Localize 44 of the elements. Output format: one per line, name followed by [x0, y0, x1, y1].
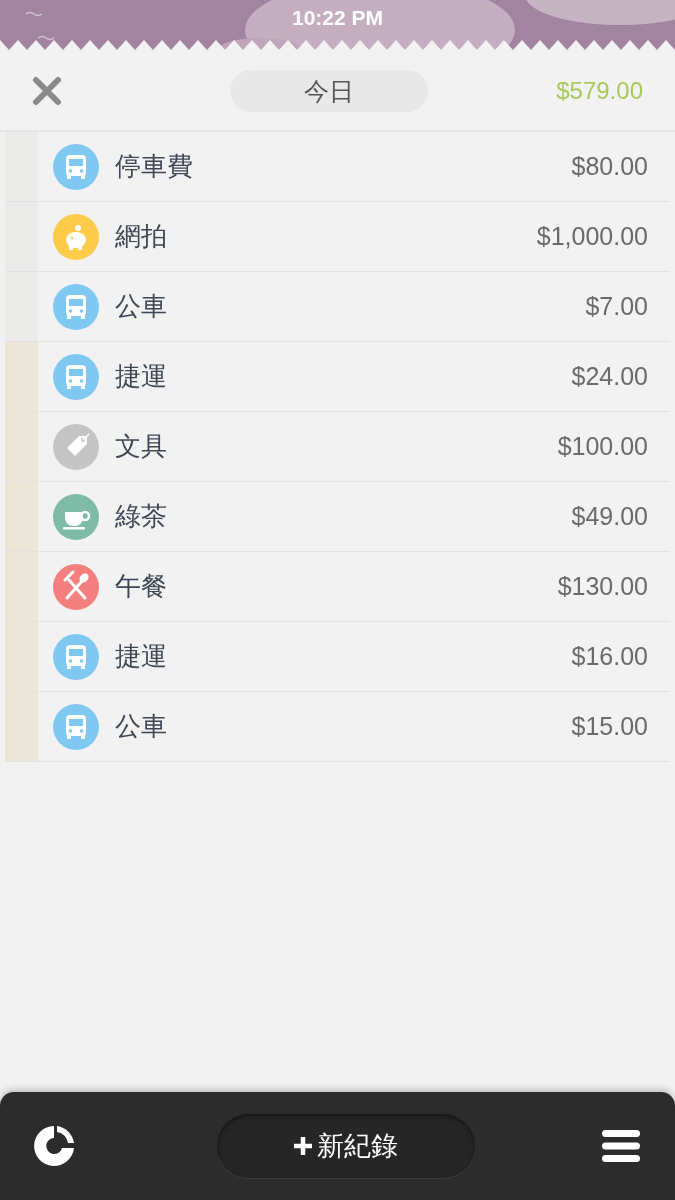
close-icon[interactable]: [32, 76, 62, 106]
expense-name: 公車: [115, 710, 168, 743]
total-amount: $579.00: [556, 77, 643, 105]
piggy-bank-icon: [53, 213, 99, 260]
menu-icon[interactable]: [601, 1128, 641, 1164]
expense-row[interactable]: 綠茶 $49.00: [5, 482, 670, 552]
date-selector[interactable]: 今日: [230, 70, 429, 112]
expense-name: 停車費: [115, 150, 194, 183]
expense-amount: $1,000.00: [536, 222, 648, 251]
expense-name: 午餐: [115, 570, 168, 603]
bus-icon: [53, 703, 99, 750]
expense-row[interactable]: 午餐 $130.00: [5, 552, 670, 622]
plus-icon: [293, 1136, 313, 1156]
expense-amount: $130.00: [557, 572, 648, 601]
tag-icon: [53, 423, 99, 470]
expense-row[interactable]: 捷運 $24.00: [5, 342, 670, 412]
expense-row[interactable]: 公車 $7.00: [5, 272, 670, 342]
cup-icon: [53, 493, 99, 540]
expense-name: 公車: [115, 290, 168, 323]
bus-icon: [53, 633, 99, 680]
bus-icon: [53, 283, 99, 330]
expense-row[interactable]: 捷運 $16.00: [5, 622, 670, 692]
expense-row[interactable]: 公車 $15.00: [5, 692, 670, 762]
chart-icon[interactable]: [32, 1124, 76, 1168]
new-record-button[interactable]: 新紀錄: [216, 1114, 475, 1178]
bus-icon: [53, 143, 99, 190]
status-time: 10:22 PM: [290, 6, 384, 30]
bus-icon: [53, 353, 99, 400]
expense-name: 網拍: [115, 220, 168, 253]
expense-amount: $24.00: [571, 362, 648, 391]
expense-amount: $16.00: [571, 642, 648, 671]
expense-row[interactable]: 文具 $100.00: [5, 412, 670, 482]
expense-name: 文具: [115, 430, 168, 463]
expense-amount: $100.00: [557, 432, 648, 461]
expense-name: 捷運: [115, 360, 168, 393]
cutlery-icon: [53, 563, 99, 610]
expense-name: 捷運: [115, 640, 168, 673]
expense-row[interactable]: 網拍 $1,000.00: [5, 202, 670, 272]
expense-amount: $7.00: [585, 292, 648, 321]
expense-name: 綠茶: [115, 500, 168, 533]
expense-amount: $49.00: [571, 502, 648, 531]
expense-amount: $80.00: [571, 152, 648, 181]
expense-amount: $15.00: [571, 712, 648, 741]
expense-row[interactable]: 停車費 $80.00: [5, 132, 670, 202]
